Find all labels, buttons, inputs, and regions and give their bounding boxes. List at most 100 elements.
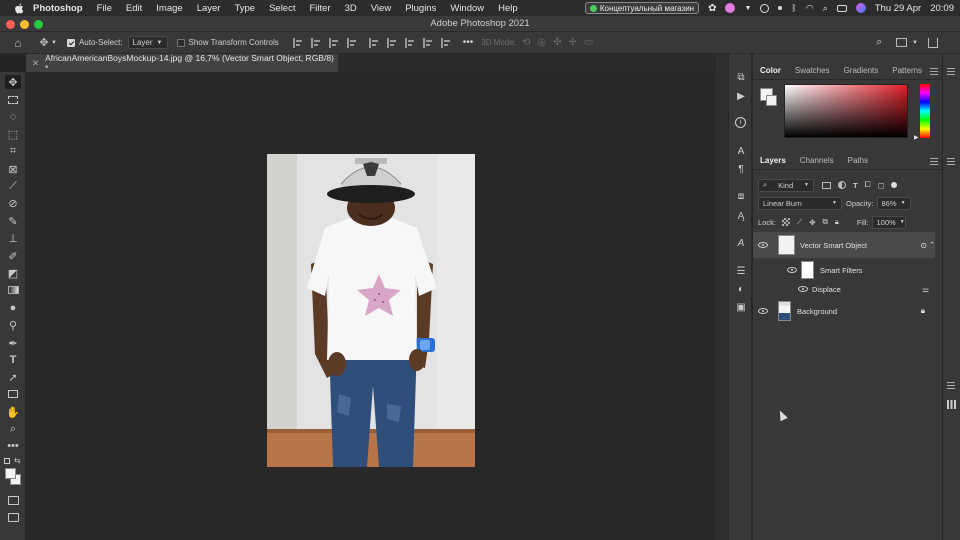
search-icon[interactable]: ⌕	[876, 36, 882, 49]
pen-tool-icon[interactable]: ✒	[5, 336, 21, 350]
blend-mode-dropdown[interactable]: Linear Burn ▼	[758, 196, 842, 210]
dodge-tool-icon[interactable]: ⚲	[5, 318, 21, 332]
status-color-dot-icon[interactable]	[725, 3, 736, 13]
lasso-tool-icon[interactable]: ◌	[5, 110, 21, 124]
color-panel-background-swatch[interactable]	[766, 95, 777, 106]
distribute-icon[interactable]	[346, 37, 357, 48]
collapse-effects-icon[interactable]: ⌃	[929, 241, 935, 249]
align-bottom-icon[interactable]	[404, 37, 415, 48]
filter-shape-layers-icon[interactable]: ⧠	[865, 180, 871, 190]
distribute-vertical-icon[interactable]	[422, 37, 433, 48]
path-selection-tool-icon[interactable]: ➚	[5, 370, 21, 384]
foreground-color-swatch[interactable]	[5, 468, 16, 479]
align-top-icon[interactable]	[368, 37, 379, 48]
lock-artboard-icon[interactable]: ⧉	[822, 217, 827, 227]
creative-cloud-icon[interactable]: ✿	[708, 3, 716, 14]
paths-shape-panel-icon[interactable]: A	[734, 236, 748, 250]
object-selection-tool-icon[interactable]: ⬚	[5, 127, 21, 141]
healing-brush-tool-icon[interactable]: ⊘	[5, 196, 21, 210]
distribute-spacing-icon[interactable]	[440, 37, 451, 48]
visibility-eye-icon[interactable]	[798, 286, 808, 292]
menu-image[interactable]: Image	[156, 3, 182, 14]
apple-icon[interactable]	[14, 2, 24, 14]
menu-filter[interactable]: Filter	[309, 3, 330, 14]
workspace-icon[interactable]	[896, 38, 907, 47]
spotlight-search-icon[interactable]: ⌕	[823, 3, 828, 14]
close-icon[interactable]: ✕	[32, 58, 39, 69]
hand-tool-icon[interactable]: ✋	[5, 405, 21, 419]
tab-gradients[interactable]: Gradients	[837, 62, 886, 80]
3d-roll-icon[interactable]: ◎	[537, 37, 546, 48]
visibility-eye-icon[interactable]	[758, 308, 768, 314]
auto-select-target-dropdown[interactable]: Layer ▼	[127, 36, 168, 49]
layer-row-background[interactable]: Background 🔒︎	[753, 300, 935, 322]
menu-type[interactable]: Type	[234, 3, 255, 14]
3d-orbit-icon[interactable]: ⟲	[522, 37, 530, 48]
type-tool-icon[interactable]: T	[5, 353, 21, 367]
menu-edit[interactable]: Edit	[126, 3, 142, 14]
layer-kind-filter-dropdown[interactable]: ⌕ Kind ▼	[758, 178, 814, 192]
store-status-pill[interactable]: Концептуальный магазин	[584, 2, 700, 14]
grid-panel-icon[interactable]	[947, 400, 956, 409]
home-icon[interactable]: ⌂	[11, 36, 25, 50]
menu-plugins[interactable]: Plugins	[405, 3, 436, 14]
workspace-dropdown-icon[interactable]: ▼	[912, 40, 918, 46]
glyphs-panel-icon[interactable]: Ą	[734, 209, 748, 223]
screen-mode-icon[interactable]	[5, 510, 21, 524]
marquee-tool-icon[interactable]	[5, 93, 21, 107]
siri-icon[interactable]	[855, 3, 866, 13]
hue-slider-handle-icon[interactable]: ▶	[914, 134, 919, 141]
adjustments-panel-icon[interactable]: ☰	[734, 264, 748, 278]
frame-tool-icon[interactable]: ⊠	[5, 162, 21, 176]
menubar-time[interactable]: 20:09	[930, 3, 954, 14]
menubar-date[interactable]: Thu 29 Apr	[875, 3, 921, 14]
3d-camera-icon[interactable]: ▭	[584, 37, 593, 48]
filter-blending-options-icon[interactable]: ⚌	[922, 285, 929, 294]
menu-select[interactable]: Select	[269, 3, 295, 14]
move-tool-preset-icon[interactable]: ✥	[37, 36, 51, 50]
layer-row-displace[interactable]: Displace ⚌	[753, 282, 935, 296]
quick-mask-icon[interactable]	[5, 493, 21, 507]
default-colors-icon[interactable]	[4, 458, 10, 464]
actions-panel-icon[interactable]: ▶	[734, 89, 748, 103]
paragraph-panel-icon[interactable]: ¶	[734, 162, 748, 176]
blur-tool-icon[interactable]: ●	[5, 301, 21, 315]
eraser-tool-icon[interactable]: ◩	[5, 266, 21, 280]
menu-file[interactable]: File	[97, 3, 112, 14]
character-panel-icon[interactable]: A	[734, 144, 748, 158]
menu-help[interactable]: Help	[498, 3, 518, 14]
visibility-eye-icon[interactable]	[787, 267, 797, 273]
panel-menu-icon[interactable]	[947, 158, 955, 165]
gradient-tool-icon[interactable]	[5, 283, 21, 297]
panel-menu-icon[interactable]	[947, 382, 955, 389]
tab-swatches[interactable]: Swatches	[788, 62, 837, 80]
filter-pixel-layers-icon[interactable]	[822, 181, 831, 189]
layers-panel-menu-icon[interactable]	[930, 158, 938, 165]
lock-all-icon[interactable]: 🔒︎	[835, 217, 839, 227]
tab-color[interactable]: Color	[753, 62, 788, 80]
menu-layer[interactable]: Layer	[197, 3, 221, 14]
filter-smart-objects-icon[interactable]: ▢	[878, 181, 885, 190]
filter-adjustment-layers-icon[interactable]	[838, 181, 846, 189]
properties-panel-icon[interactable]: ◐	[734, 282, 748, 296]
rectangle-tool-icon[interactable]	[5, 387, 21, 401]
layer-row-vector-smart-object[interactable]: Vector Smart Object ⊙ ⌃	[753, 232, 935, 258]
lock-transparent-pixels-icon[interactable]	[781, 218, 790, 226]
layer-row-smart-filters[interactable]: Smart Filters	[753, 259, 935, 281]
libraries-panel-icon[interactable]: ⧈	[734, 189, 748, 203]
menu-window[interactable]: Window	[450, 3, 484, 14]
brush-tool-icon[interactable]: ✎	[5, 214, 21, 228]
edit-toolbar-icon[interactable]: •••	[5, 439, 21, 453]
filter-toggle-icon[interactable]	[890, 182, 897, 188]
color-panel-menu-icon[interactable]	[930, 68, 938, 75]
canvas-vertical-scrollbar[interactable]	[714, 54, 728, 540]
tab-layers[interactable]: Layers	[753, 152, 793, 170]
tab-paths[interactable]: Paths	[841, 152, 875, 170]
opacity-input[interactable]: 86% ▼	[876, 196, 911, 210]
zoom-tool-icon[interactable]: ⌕	[5, 422, 21, 436]
auto-select-checkbox[interactable]	[66, 38, 75, 47]
lock-image-pixels-icon[interactable]: ⟋	[797, 217, 802, 227]
align-vertical-center-icon[interactable]	[386, 37, 397, 48]
status-dropdown-icon[interactable]: ▼	[744, 5, 751, 12]
menu-view[interactable]: View	[371, 3, 391, 14]
